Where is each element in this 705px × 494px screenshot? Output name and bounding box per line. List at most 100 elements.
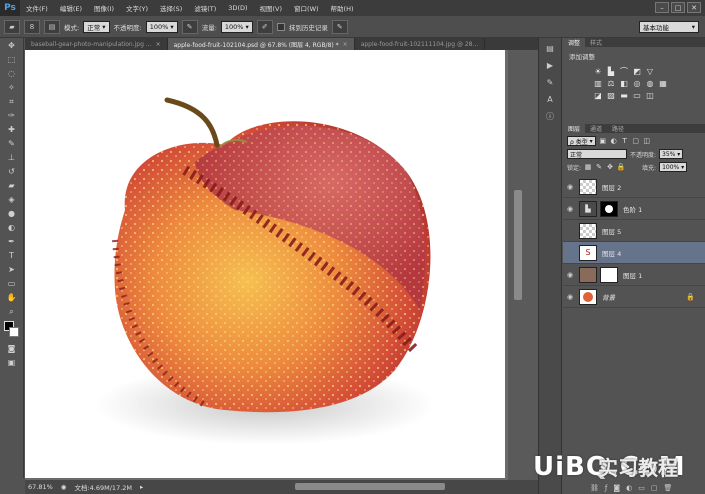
brush-panel-icon[interactable]: ▤: [44, 19, 60, 34]
dodge-tool-icon[interactable]: ◐: [4, 221, 20, 234]
layer-row[interactable]: ◉ 图层 2: [563, 176, 705, 198]
eye-icon[interactable]: ◉: [563, 271, 577, 279]
close-icon[interactable]: ×: [343, 41, 348, 48]
color-lookup-icon[interactable]: ▦: [658, 78, 668, 88]
eye-icon[interactable]: ◉: [563, 205, 577, 213]
tab-apple-jpg[interactable]: apple-food-fruit-102111104.jpg @ 28...: [355, 38, 486, 50]
actions-panel-icon[interactable]: ▶: [542, 58, 558, 72]
smart-object-filter-icon[interactable]: ◫: [643, 137, 651, 145]
layer-name[interactable]: 图层 4: [602, 248, 621, 258]
brightness-icon[interactable]: ☀: [593, 66, 603, 76]
eye-icon[interactable]: ◉: [563, 183, 577, 191]
character-panel-icon[interactable]: A: [542, 92, 558, 106]
pressure-size-icon[interactable]: ✎: [331, 19, 348, 34]
layer-name[interactable]: 背景: [602, 292, 615, 302]
minimize-button[interactable]: –: [655, 2, 669, 13]
history-panel-icon[interactable]: ▤: [542, 41, 558, 55]
eraser-tool-preset-icon[interactable]: ▰: [4, 19, 20, 34]
close-button[interactable]: ✕: [687, 2, 701, 13]
color-swatches[interactable]: [0, 319, 24, 341]
photo-filter-icon[interactable]: ◎: [632, 78, 642, 88]
info-panel-icon[interactable]: ⓘ: [542, 109, 558, 123]
blend-mode-select[interactable]: 正常: [567, 149, 627, 159]
adjustment-filter-icon[interactable]: ◐: [610, 137, 618, 145]
layer-name[interactable]: 色阶 1: [623, 204, 642, 214]
type-filter-icon[interactable]: T: [621, 137, 629, 145]
hand-tool-icon[interactable]: ✋: [4, 291, 20, 304]
opacity-input[interactable]: 100% ▾: [145, 20, 178, 33]
tab-channels[interactable]: 通道: [585, 124, 607, 133]
curves-icon[interactable]: ⌒: [619, 66, 629, 76]
hue-saturation-icon[interactable]: ▥: [593, 78, 603, 88]
brush-tool-icon[interactable]: ✎: [4, 137, 20, 150]
levels-icon[interactable]: ▙: [606, 66, 616, 76]
menu-edit[interactable]: 编辑(E): [54, 3, 88, 13]
exposure-icon[interactable]: ◩: [632, 66, 642, 76]
eraser-tool-icon[interactable]: ▰: [4, 179, 20, 192]
vertical-scroll-thumb[interactable]: [514, 190, 522, 300]
menu-image[interactable]: 图像(I): [88, 3, 120, 13]
layer-row[interactable]: ◉ 图层 1: [563, 264, 705, 286]
healing-tool-icon[interactable]: ✚: [4, 123, 20, 136]
channel-mixer-icon[interactable]: ◍: [645, 78, 655, 88]
tab-apple-psd[interactable]: apple-food-fruit-102104.psd @ 67.8% (图层 …: [167, 38, 355, 50]
gradient-map-icon[interactable]: ▭: [632, 90, 642, 100]
delete-layer-icon[interactable]: 🗑: [664, 484, 673, 492]
background-color[interactable]: [9, 327, 19, 337]
menu-type[interactable]: 文字(Y): [120, 3, 154, 13]
screen-mode-icon[interactable]: ▣: [4, 356, 20, 369]
tab-baseball[interactable]: baseball-gear-photo-manipulation.jpg ...…: [25, 38, 168, 50]
tab-paths[interactable]: 路径: [607, 124, 629, 133]
fx-icon[interactable]: ƒ: [605, 484, 607, 492]
add-mask-icon[interactable]: ◙: [613, 484, 620, 492]
fill-input[interactable]: 100% ▾: [659, 162, 688, 172]
workspace-select[interactable]: 基本功能 ▾: [639, 21, 699, 33]
menu-filter[interactable]: 滤镜(T): [188, 3, 222, 13]
blur-tool-icon[interactable]: ●: [4, 207, 20, 220]
menu-select[interactable]: 选择(S): [154, 3, 188, 13]
lock-transparency-icon[interactable]: ▦: [584, 163, 592, 171]
lock-pixels-icon[interactable]: ✎: [595, 163, 603, 171]
menu-window[interactable]: 窗口(W): [288, 3, 325, 13]
history-brush-tool-icon[interactable]: ↺: [4, 165, 20, 178]
layer-kind-filter[interactable]: ρ 类型 ▾: [567, 136, 596, 146]
pressure-opacity-icon[interactable]: ✎: [181, 19, 198, 34]
vertical-scrollbar[interactable]: [508, 50, 538, 480]
eyedropper-tool-icon[interactable]: ✑: [4, 109, 20, 122]
path-select-tool-icon[interactable]: ➤: [4, 263, 20, 276]
black-white-icon[interactable]: ◧: [619, 78, 629, 88]
flow-input[interactable]: 100% ▾: [220, 20, 253, 33]
arrow-right-icon[interactable]: ▸: [140, 483, 143, 491]
pixel-filter-icon[interactable]: ▣: [599, 137, 607, 145]
invert-icon[interactable]: ◪: [593, 90, 603, 100]
layer-row[interactable]: ◉ ▙ 色阶 1: [563, 198, 705, 220]
pen-tool-icon[interactable]: ✒: [4, 235, 20, 248]
layer-row[interactable]: ◉ 背景 🔒: [563, 286, 705, 308]
layer-name[interactable]: 图层 2: [602, 182, 621, 192]
color-balance-icon[interactable]: ⚖: [606, 78, 616, 88]
tab-styles[interactable]: 样式: [585, 38, 607, 47]
horizontal-scroll-thumb[interactable]: [295, 483, 445, 490]
document-canvas[interactable]: [25, 50, 505, 478]
lock-all-icon[interactable]: 🔒: [617, 163, 626, 171]
new-adjustment-icon[interactable]: ◐: [626, 484, 632, 492]
menu-help[interactable]: 帮助(H): [325, 3, 360, 13]
move-tool-icon[interactable]: ✥: [4, 39, 20, 52]
brush-size-picker[interactable]: 8: [24, 19, 40, 34]
layer-name[interactable]: 图层 5: [602, 226, 621, 236]
marquee-tool-icon[interactable]: ⬚: [4, 53, 20, 66]
maximize-button[interactable]: □: [671, 2, 685, 13]
paint-bucket-tool-icon[interactable]: ◈: [4, 193, 20, 206]
quick-mask-icon[interactable]: ◙: [4, 342, 20, 355]
stamp-tool-icon[interactable]: ⊥: [4, 151, 20, 164]
eye-icon[interactable]: ◉: [563, 293, 577, 301]
close-icon[interactable]: ×: [156, 41, 161, 48]
link-layers-icon[interactable]: ⛓: [590, 484, 599, 492]
airbrush-icon[interactable]: ✐: [256, 19, 273, 34]
quick-select-tool-icon[interactable]: ✧: [4, 81, 20, 94]
shape-filter-icon[interactable]: ▢: [632, 137, 640, 145]
layer-row-selected[interactable]: S 图层 4: [563, 242, 705, 264]
shape-tool-icon[interactable]: ▭: [4, 277, 20, 290]
lock-position-icon[interactable]: ✥: [606, 163, 614, 171]
info-icon[interactable]: ◉: [61, 483, 67, 491]
